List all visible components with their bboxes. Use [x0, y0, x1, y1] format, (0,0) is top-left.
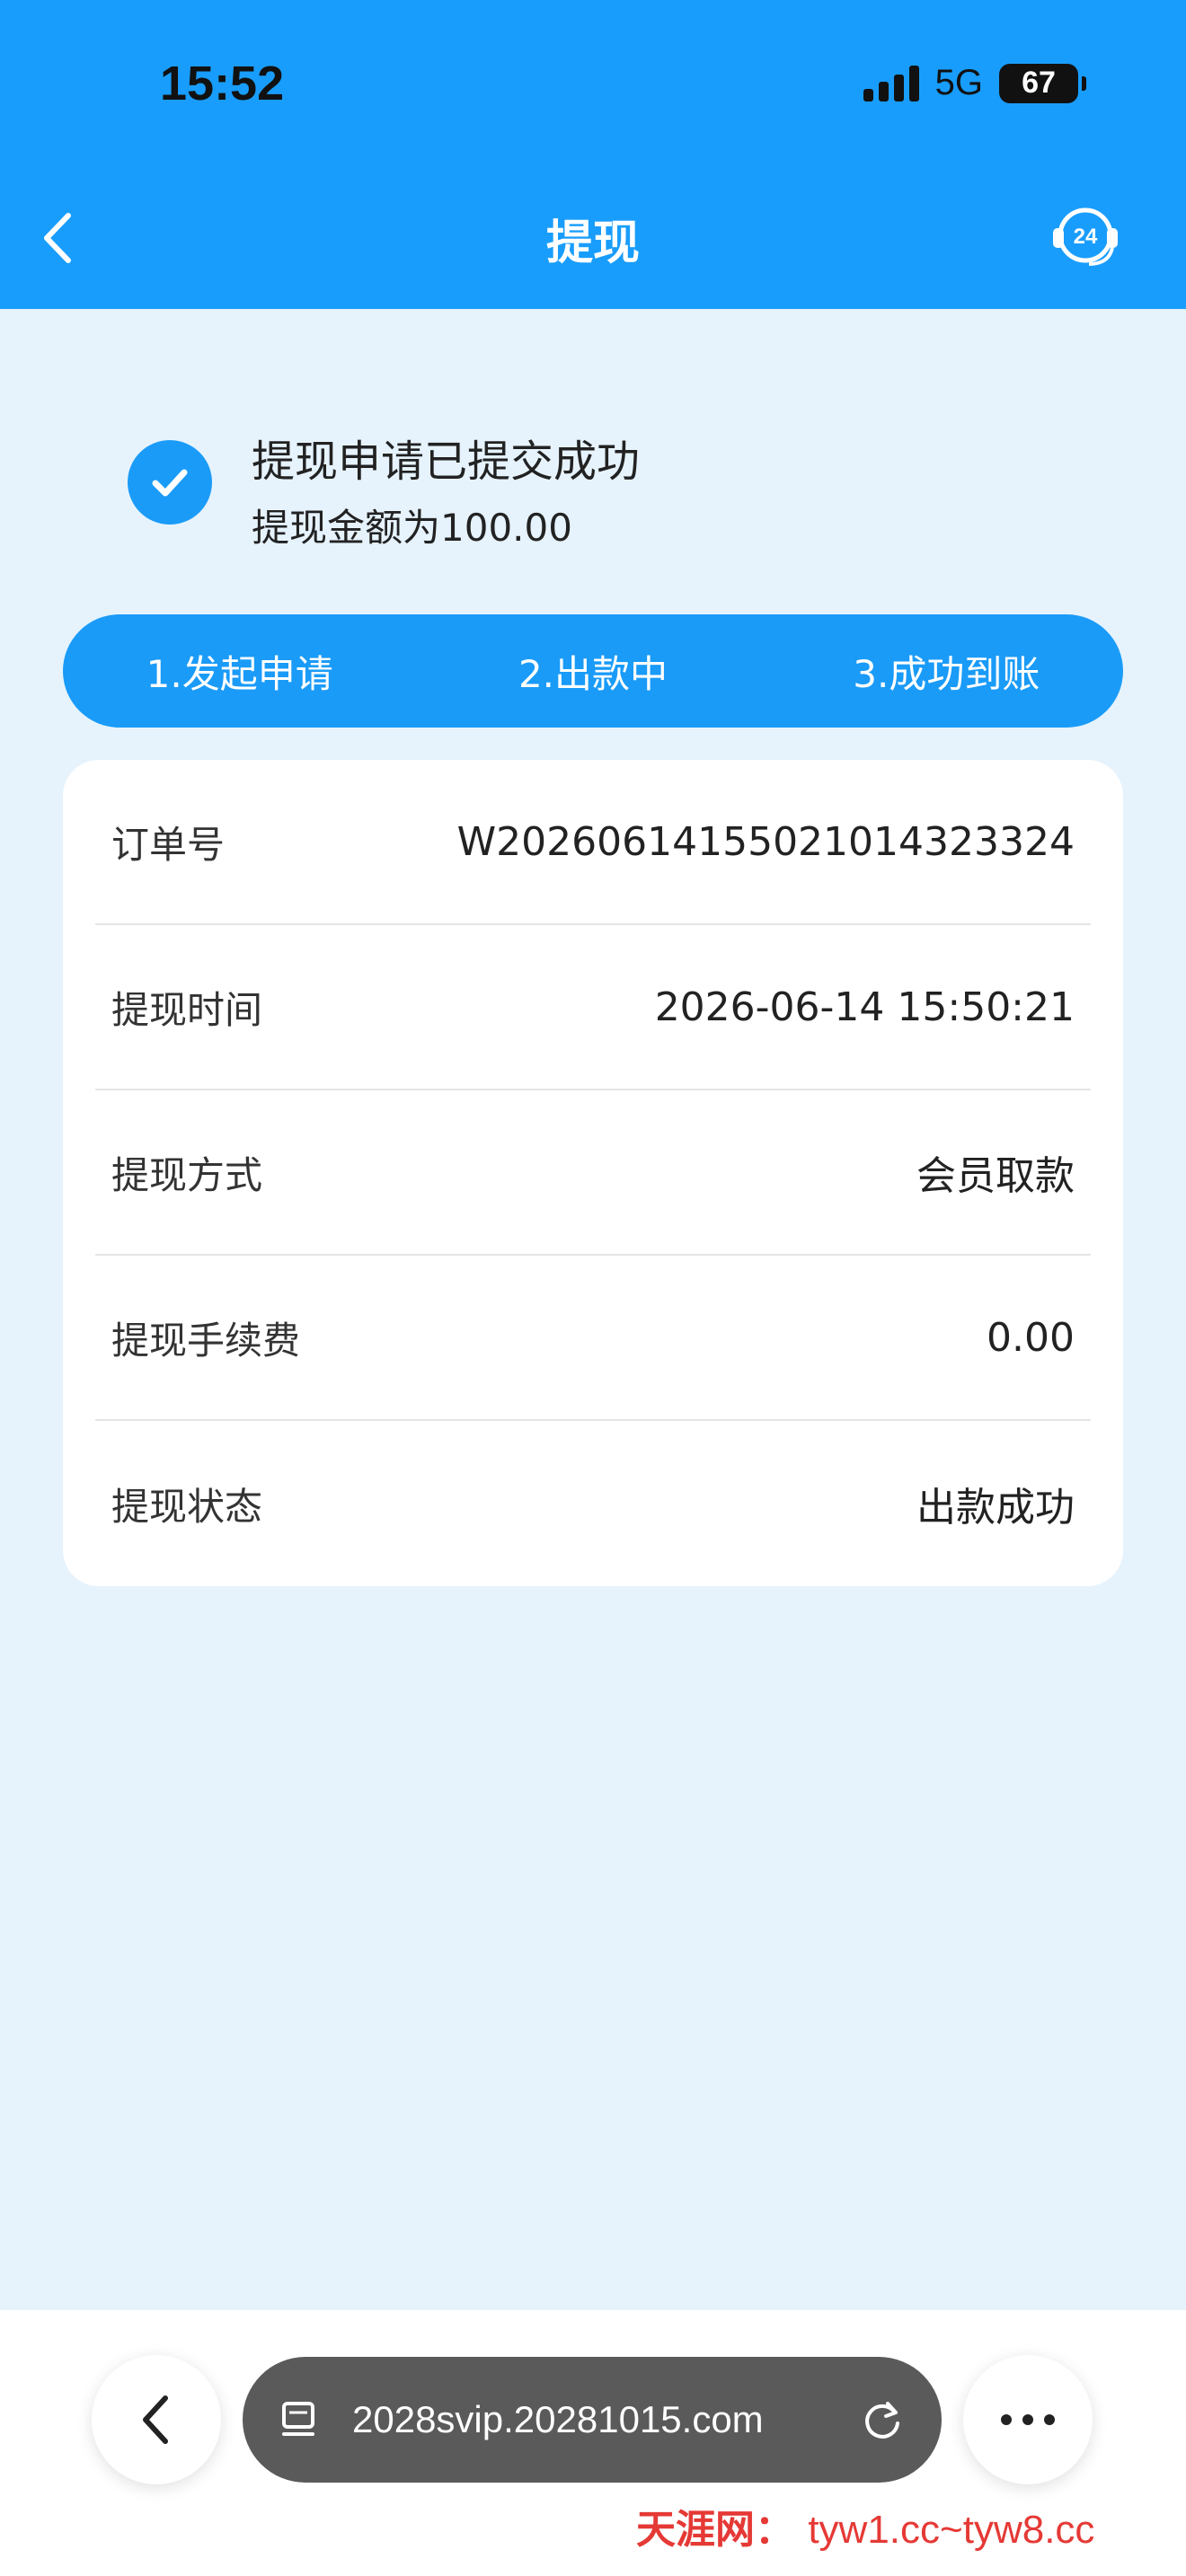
watermark: 天涯网： tyw1.cc~tyw8.cc [636, 2497, 1094, 2554]
withdraw-fee-value: 0.00 [987, 1314, 1075, 1361]
step-submit: 1.发起申请 [146, 651, 333, 696]
success-title: 提现申请已提交成功 [252, 437, 641, 487]
watermark-url: tyw1.cc~tyw8.cc [808, 2508, 1095, 2552]
reload-icon[interactable] [859, 2396, 906, 2443]
battery-level: 67 [1022, 66, 1056, 100]
customer-service-button[interactable]: 24 [1049, 199, 1121, 271]
withdraw-amount: 提现金额为100.00 [252, 506, 572, 550]
detail-row-fee: 提现手续费 0.00 [95, 1256, 1091, 1421]
app-header: 15:52 5G 67 提现 24 [0, 0, 1186, 309]
detail-label: 提现状态 [111, 1484, 263, 1529]
detail-row-order-number: 订单号 W2026061415502101432332​4 [95, 760, 1091, 925]
step-completed: 3.成功到账 [853, 651, 1040, 696]
withdraw-status-value: 出款成功 [916, 1485, 1075, 1531]
browser-back-button[interactable] [92, 2355, 221, 2484]
headset-24-icon: 24 [1053, 207, 1118, 266]
url-text: 2028svip.20281015.com [352, 2398, 764, 2440]
tabs-icon [282, 2402, 314, 2436]
watermark-brand: 天涯网： [636, 2507, 794, 2553]
battery-icon: 67 [999, 63, 1086, 103]
order-number-value: W2026061415502101432332​4 [456, 818, 1075, 865]
step-processing: 2.出款中 [518, 651, 668, 696]
more-options-button[interactable] [963, 2355, 1093, 2484]
detail-row-time: 提现时间 2026-06-14 15:50:21 [95, 925, 1091, 1090]
withdraw-method-value: 会员取款 [916, 1153, 1075, 1199]
detail-label: 提现时间 [111, 987, 263, 1032]
withdraw-time-value: 2026-06-14 15:50:21 [654, 984, 1075, 1030]
detail-label: 提现手续费 [111, 1318, 301, 1363]
withdraw-details-card: 订单号 W2026061415502101432332​4 提现时间 2026-… [63, 760, 1123, 1586]
progress-steps: 1.发起申请 2.出款中 3.成功到账 [63, 614, 1123, 728]
status-time: 15:52 [160, 57, 285, 110]
detail-label: 提现方式 [111, 1152, 263, 1197]
page-title: 提现 [545, 216, 640, 270]
detail-row-status: 提现状态 出款成功 [95, 1421, 1091, 1586]
signal-icon [863, 65, 919, 101]
network-label: 5G [934, 63, 983, 102]
chevron-left-icon [143, 2395, 168, 2444]
detail-label: 订单号 [111, 822, 226, 867]
support-badge: 24 [1074, 225, 1098, 249]
address-bar[interactable]: 2028svip.20281015.com [243, 2357, 942, 2483]
status-icons: 5G 67 [863, 63, 1086, 103]
more-dots-icon [1001, 2414, 1055, 2425]
detail-row-method: 提现方式 会员取款 [95, 1090, 1091, 1256]
success-check-icon [128, 440, 212, 525]
